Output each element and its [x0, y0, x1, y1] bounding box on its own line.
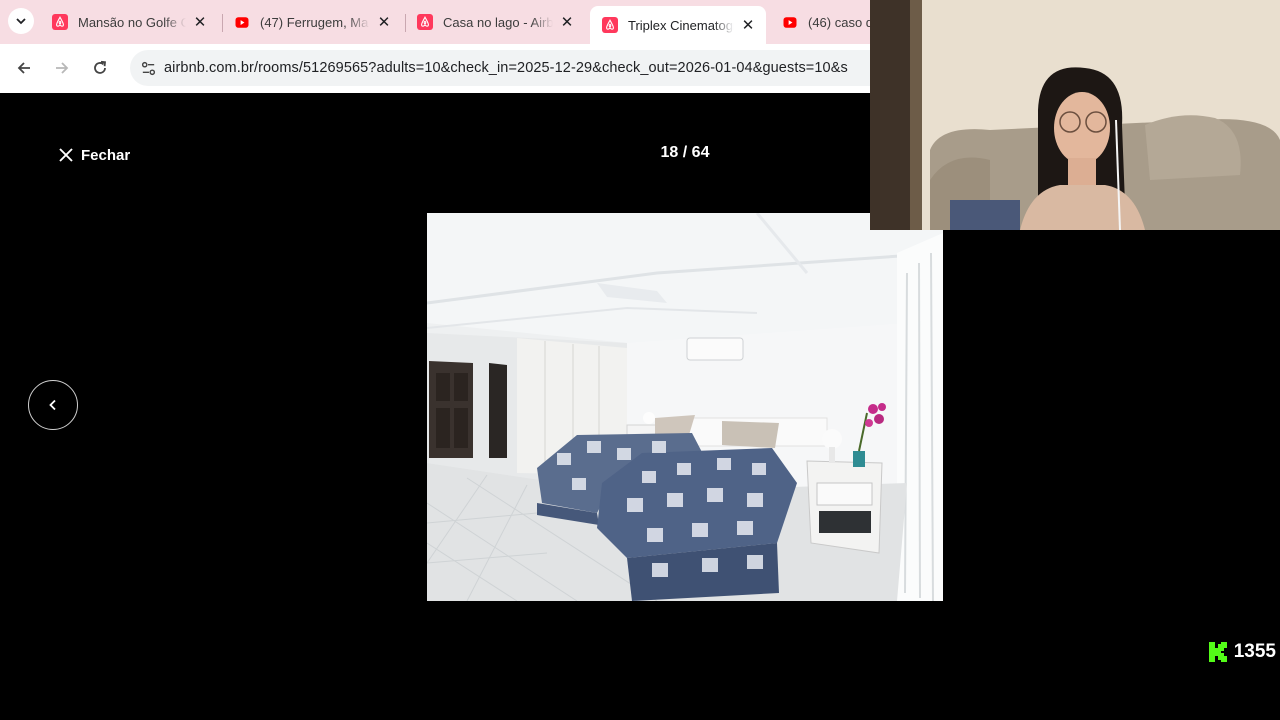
airbnb-icon — [417, 14, 433, 30]
bedroom-photo — [427, 213, 943, 601]
arrow-left-icon — [17, 62, 30, 74]
address-bar[interactable]: airbnb.com.br/rooms/51269565?adults=10&c… — [130, 50, 870, 86]
tab-mansao-golfe[interactable]: Mansão no Golfe C ✕ — [40, 6, 218, 38]
tab-search-button[interactable] — [8, 8, 34, 34]
tab-title: Triplex Cinematogr — [628, 17, 734, 33]
webcam-overlay — [870, 0, 1280, 230]
tab-title: Mansão no Golfe C — [78, 14, 186, 30]
browser-window: Mansão no Golfe C ✕ (47) Ferrugem, Ma ✕ … — [0, 0, 870, 93]
arrow-right-icon — [56, 62, 69, 74]
previous-photo-button[interactable] — [28, 380, 78, 430]
reload-icon — [94, 60, 106, 74]
tab-triplex-cinematografico[interactable]: Triplex Cinematogr ✕ — [590, 6, 766, 44]
viewer-count-badge: 1355 — [1208, 640, 1276, 664]
streamer-camera — [870, 0, 1280, 230]
close-tab-icon[interactable]: ✕ — [190, 12, 210, 32]
browser-toolbar: airbnb.com.br/rooms/51269565?adults=10&c… — [0, 44, 870, 93]
url-text: airbnb.com.br/rooms/51269565?adults=10&c… — [164, 60, 848, 76]
close-viewer-label: Fechar — [81, 146, 131, 164]
listing-photo — [427, 213, 943, 601]
tab-caso-de[interactable]: (46) caso de — [770, 6, 870, 38]
tab-title: (47) Ferrugem, Ma — [260, 14, 369, 30]
tab-title: (46) caso de — [808, 14, 870, 30]
tab-title: Casa no lago - Airb — [443, 14, 553, 30]
tab-ferrugem[interactable]: (47) Ferrugem, Ma ✕ — [222, 6, 402, 38]
chevron-down-icon — [16, 18, 26, 25]
youtube-icon — [234, 14, 250, 30]
airbnb-icon — [602, 17, 618, 33]
tab-strip: Mansão no Golfe C ✕ (47) Ferrugem, Ma ✕ … — [0, 0, 870, 44]
back-button[interactable] — [10, 54, 38, 82]
tab-casa-lago[interactable]: Casa no lago - Airb ✕ — [405, 6, 585, 38]
kick-icon — [1208, 642, 1227, 662]
close-tab-icon[interactable]: ✕ — [557, 12, 577, 32]
reload-button[interactable] — [86, 54, 114, 82]
forward-button[interactable] — [48, 54, 76, 82]
close-icon — [59, 148, 73, 162]
youtube-icon — [782, 14, 798, 30]
close-tab-icon[interactable]: ✕ — [374, 12, 394, 32]
close-tab-icon[interactable]: ✕ — [738, 15, 758, 35]
close-viewer-button[interactable]: Fechar — [58, 143, 130, 167]
airbnb-icon — [52, 14, 68, 30]
viewer-count: 1355 — [1233, 641, 1276, 662]
chevron-left-icon — [49, 399, 56, 411]
photo-counter: 18 / 64 — [660, 144, 710, 161]
site-settings-icon[interactable] — [138, 58, 158, 78]
